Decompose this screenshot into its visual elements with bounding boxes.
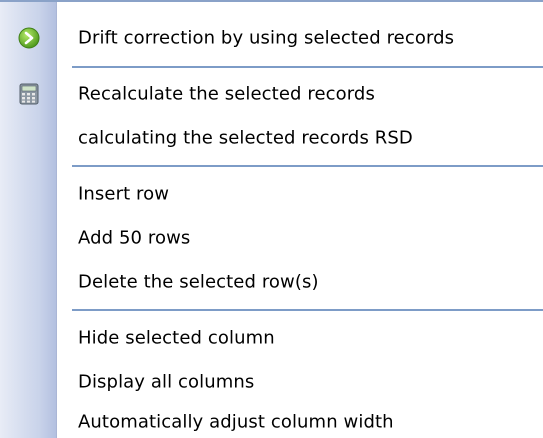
menu-item-label: Insert row xyxy=(78,183,170,205)
menu-item-label: Add 50 rows xyxy=(78,227,191,249)
menu-separator xyxy=(72,165,543,167)
menu-item-delete-rows[interactable]: Delete the selected row(s) xyxy=(0,260,543,304)
menu-item-label: Automatically adjust column width xyxy=(78,411,394,433)
green-arrow-icon xyxy=(18,27,40,49)
menu-item-recalculate[interactable]: Recalculate the selected records xyxy=(0,72,543,116)
menu-item-drift-correction[interactable]: Drift correction by using selected recor… xyxy=(0,16,543,60)
menu-item-label: Recalculate the selected records xyxy=(78,83,375,105)
menu-item-label: Drift correction by using selected recor… xyxy=(78,27,455,49)
menu-item-calculate-rsd[interactable]: calculating the selected records RSD xyxy=(0,116,543,160)
menu-item-hide-column[interactable]: Hide selected column xyxy=(0,316,543,360)
menu-item-label: Delete the selected row(s) xyxy=(78,271,319,293)
context-menu: Drift correction by using selected recor… xyxy=(0,0,543,438)
menu-separator xyxy=(72,309,543,311)
menu-item-label: Hide selected column xyxy=(78,327,275,349)
menu-item-auto-adjust-width[interactable]: Automatically adjust column width xyxy=(0,400,543,438)
menu-item-display-all-columns[interactable]: Display all columns xyxy=(0,360,543,404)
menu-item-label: Display all columns xyxy=(78,371,255,393)
menu-item-insert-row[interactable]: Insert row xyxy=(0,172,543,216)
calculator-icon xyxy=(18,83,40,105)
menu-separator xyxy=(72,66,543,68)
menu-item-add-50-rows[interactable]: Add 50 rows xyxy=(0,216,543,260)
menu-item-label: calculating the selected records RSD xyxy=(78,127,413,149)
